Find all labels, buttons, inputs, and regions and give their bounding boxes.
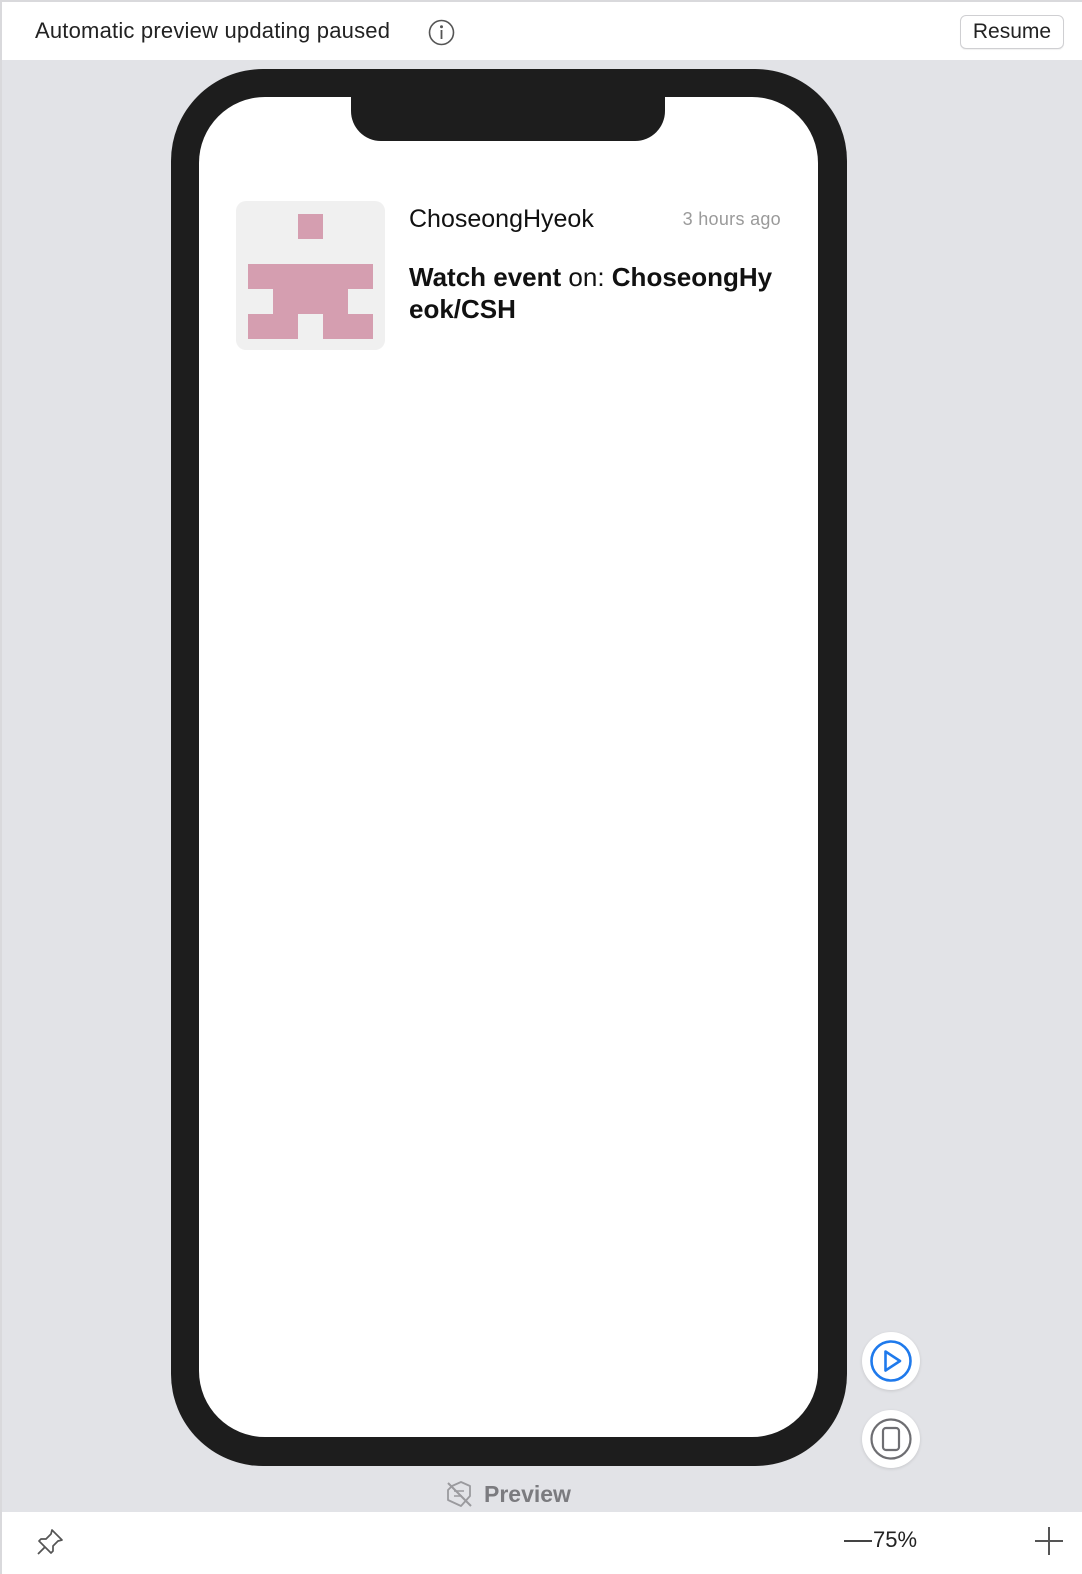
notification-username: ChoseongHyeok (409, 205, 594, 233)
live-preview-button[interactable] (862, 1332, 920, 1390)
zoom-level: 75% (873, 1527, 918, 1552)
notification-timestamp: 3 hours ago (682, 209, 781, 229)
preview-disabled-icon (447, 1481, 472, 1507)
identicon-pixel (273, 289, 348, 314)
identicon-pixel (248, 264, 373, 289)
device-notch (351, 97, 665, 141)
resume-button[interactable]: Resume (960, 15, 1064, 49)
avatar (236, 201, 385, 350)
device-frame: ChoseongHyeok 3 hours ago Watch event on… (171, 69, 847, 1466)
notification-event: Watch event on: ChoseongHyeok/CSH (409, 261, 784, 325)
event-connector: on: (561, 262, 612, 292)
bottom-toolbar: 75% (2, 1512, 1082, 1574)
device-screen[interactable]: ChoseongHyeok 3 hours ago Watch event on… (199, 97, 818, 1437)
device-settings-button[interactable] (862, 1410, 920, 1468)
pin-icon[interactable] (34, 1526, 66, 1558)
preview-label-text: Preview (484, 1480, 571, 1507)
preview-status-bar: Automatic preview updating paused Resume (2, 2, 1082, 60)
device-icon (870, 1418, 912, 1460)
preview-status-text: Automatic preview updating paused (35, 18, 391, 43)
info-icon[interactable] (428, 19, 455, 46)
identicon-pixel (248, 314, 298, 339)
zoom-out-button[interactable] (844, 1540, 872, 1542)
event-name: Watch event (409, 262, 562, 292)
zoom-in-button[interactable] (1034, 1526, 1064, 1556)
preview-label: Preview (444, 1479, 571, 1509)
identicon-pixel (323, 314, 373, 339)
identicon-pixel (298, 214, 323, 239)
plus-icon (1035, 1527, 1063, 1555)
play-circle-icon (870, 1340, 912, 1382)
